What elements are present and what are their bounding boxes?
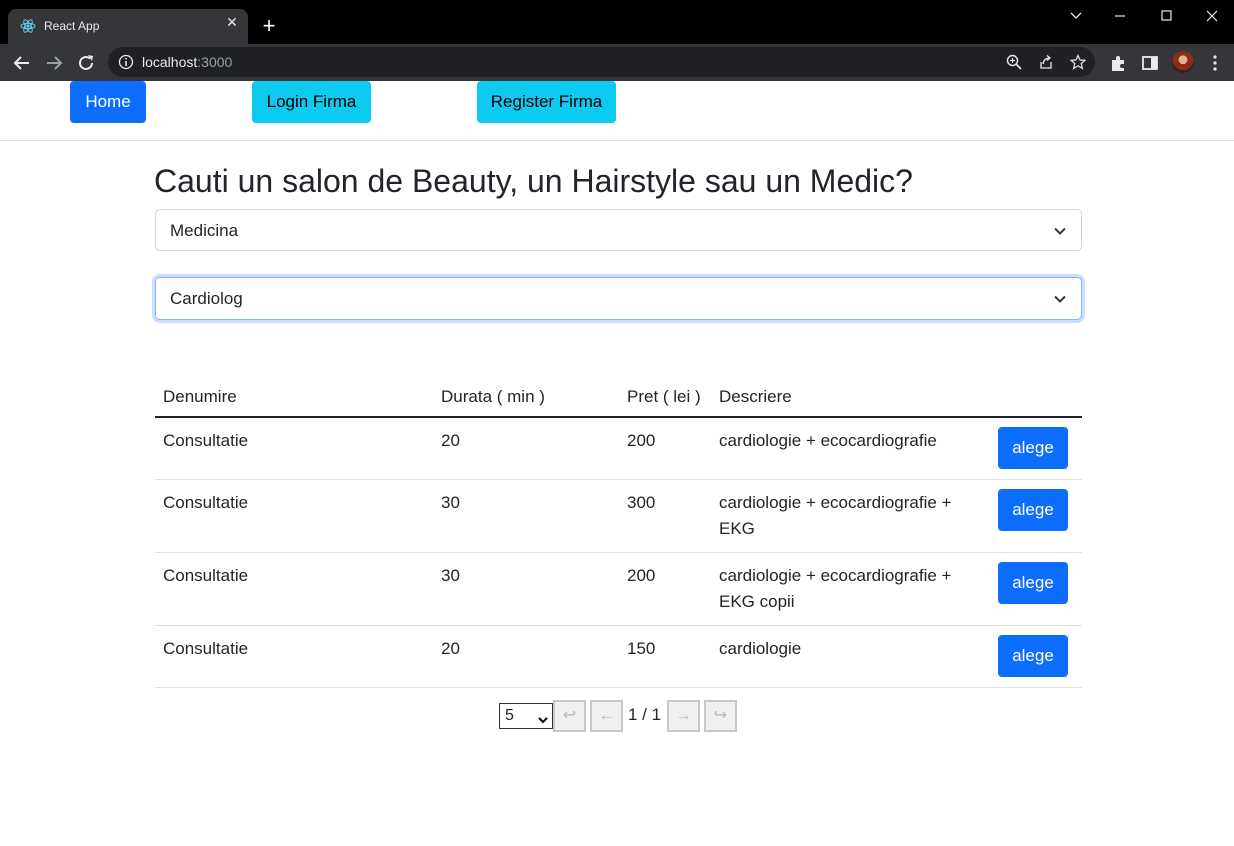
maximize-icon[interactable] <box>1154 6 1178 26</box>
side-panel-icon[interactable] <box>1139 52 1161 74</box>
cell-action: alege <box>981 417 1082 480</box>
table-row: Consultatie 30 200 cardiologie + ecocard… <box>155 552 1082 626</box>
header-descriere: Descriere <box>711 378 981 418</box>
extensions-icon[interactable] <box>1107 52 1129 74</box>
cell-price: 200 <box>619 417 711 480</box>
tab-search-icon[interactable] <box>1064 6 1088 26</box>
back-icon[interactable] <box>11 52 33 74</box>
profile-avatar[interactable] <box>1172 51 1194 73</box>
chevron-down-icon <box>537 710 549 724</box>
page-indicator: 1 / 1 <box>628 705 662 724</box>
tab-title: React App <box>44 19 100 33</box>
alege-button[interactable]: alege <box>998 635 1068 677</box>
cell-name: Consultatie <box>155 479 433 553</box>
cell-action: alege <box>981 479 1082 553</box>
chevron-down-icon <box>1053 224 1067 238</box>
cell-duration: 20 <box>433 417 619 480</box>
url-text[interactable]: localhost:3000 <box>142 54 232 70</box>
table-row: Consultatie 20 200 cardiologie + ecocard… <box>155 417 1082 480</box>
category-select-value: Medicina <box>170 221 239 240</box>
browser-toolbar: localhost:3000 <box>0 44 1234 81</box>
header-actions <box>981 378 1082 418</box>
cell-action: alege <box>981 552 1082 626</box>
reload-icon[interactable] <box>75 52 97 74</box>
specialty-select-value: Cardiolog <box>170 289 243 308</box>
minimize-icon[interactable] <box>1108 6 1132 26</box>
last-page-button[interactable]: ↪ <box>704 700 737 732</box>
menu-kebab-icon[interactable] <box>1204 52 1226 74</box>
bookmark-star-icon[interactable] <box>1069 54 1087 70</box>
cell-action: alege <box>981 625 1082 688</box>
prev-page-button[interactable]: ← <box>590 700 623 732</box>
table-row: Consultatie 30 300 cardiologie + ecocard… <box>155 479 1082 553</box>
cell-name: Consultatie <box>155 417 433 480</box>
page-title: Cauti un salon de Beauty, un Hairstyle s… <box>154 163 913 199</box>
address-bar[interactable]: localhost:3000 <box>108 47 1095 77</box>
table-row: Consultatie 20 150 cardiologie alege <box>155 625 1082 688</box>
table-header-row: Denumire Durata ( min ) Pret ( lei ) Des… <box>155 378 1082 418</box>
next-page-button[interactable]: → <box>667 700 700 732</box>
zoom-icon[interactable] <box>1006 54 1022 70</box>
cell-duration: 20 <box>433 625 619 688</box>
cell-description: cardiologie + ecocardiografie <box>711 417 981 480</box>
forward-icon[interactable] <box>43 52 65 74</box>
site-info-icon[interactable] <box>118 54 134 70</box>
login-firma-button[interactable]: Login Firma <box>252 81 371 123</box>
cell-name: Consultatie <box>155 625 433 688</box>
category-select[interactable]: Medicina <box>155 209 1082 251</box>
new-tab-icon[interactable]: + <box>258 15 280 37</box>
browser-tabstrip: React App ✕ + <box>0 0 1234 44</box>
header-denumire: Denumire <box>155 378 433 418</box>
chevron-down-icon <box>1053 292 1067 306</box>
first-page-button[interactable]: ↩ <box>553 700 586 732</box>
cell-price: 200 <box>619 552 711 626</box>
alege-button[interactable]: alege <box>998 489 1068 531</box>
alege-button[interactable]: alege <box>998 427 1068 469</box>
services-table: Denumire Durata ( min ) Pret ( lei ) Des… <box>155 378 1082 688</box>
alege-button[interactable]: alege <box>998 562 1068 604</box>
close-window-icon[interactable] <box>1200 6 1224 26</box>
cell-description: cardiologie + ecocardiografie + EKG <box>711 479 981 553</box>
share-icon[interactable] <box>1038 54 1054 70</box>
home-button[interactable]: Home <box>70 81 146 123</box>
cell-name: Consultatie <box>155 552 433 626</box>
page-size-value: 5 <box>505 707 514 724</box>
page-size-select[interactable]: 5 <box>499 703 553 729</box>
page: Home Login Firma Register Firma Cauti un… <box>0 81 1234 846</box>
cell-description: cardiologie <box>711 625 981 688</box>
navbar: Home Login Firma Register Firma <box>0 81 1234 141</box>
close-tab-icon[interactable]: ✕ <box>224 14 240 30</box>
header-durata: Durata ( min ) <box>433 378 619 418</box>
react-logo-icon <box>20 18 36 34</box>
browser-tab[interactable]: React App ✕ <box>8 9 248 44</box>
specialty-select[interactable]: Cardiolog <box>155 277 1082 320</box>
cell-duration: 30 <box>433 552 619 626</box>
cell-price: 150 <box>619 625 711 688</box>
register-firma-button[interactable]: Register Firma <box>477 81 616 123</box>
header-pret: Pret ( lei ) <box>619 378 711 418</box>
cell-duration: 30 <box>433 479 619 553</box>
cell-price: 300 <box>619 479 711 553</box>
cell-description: cardiologie + ecocardiografie + EKG copi… <box>711 552 981 626</box>
